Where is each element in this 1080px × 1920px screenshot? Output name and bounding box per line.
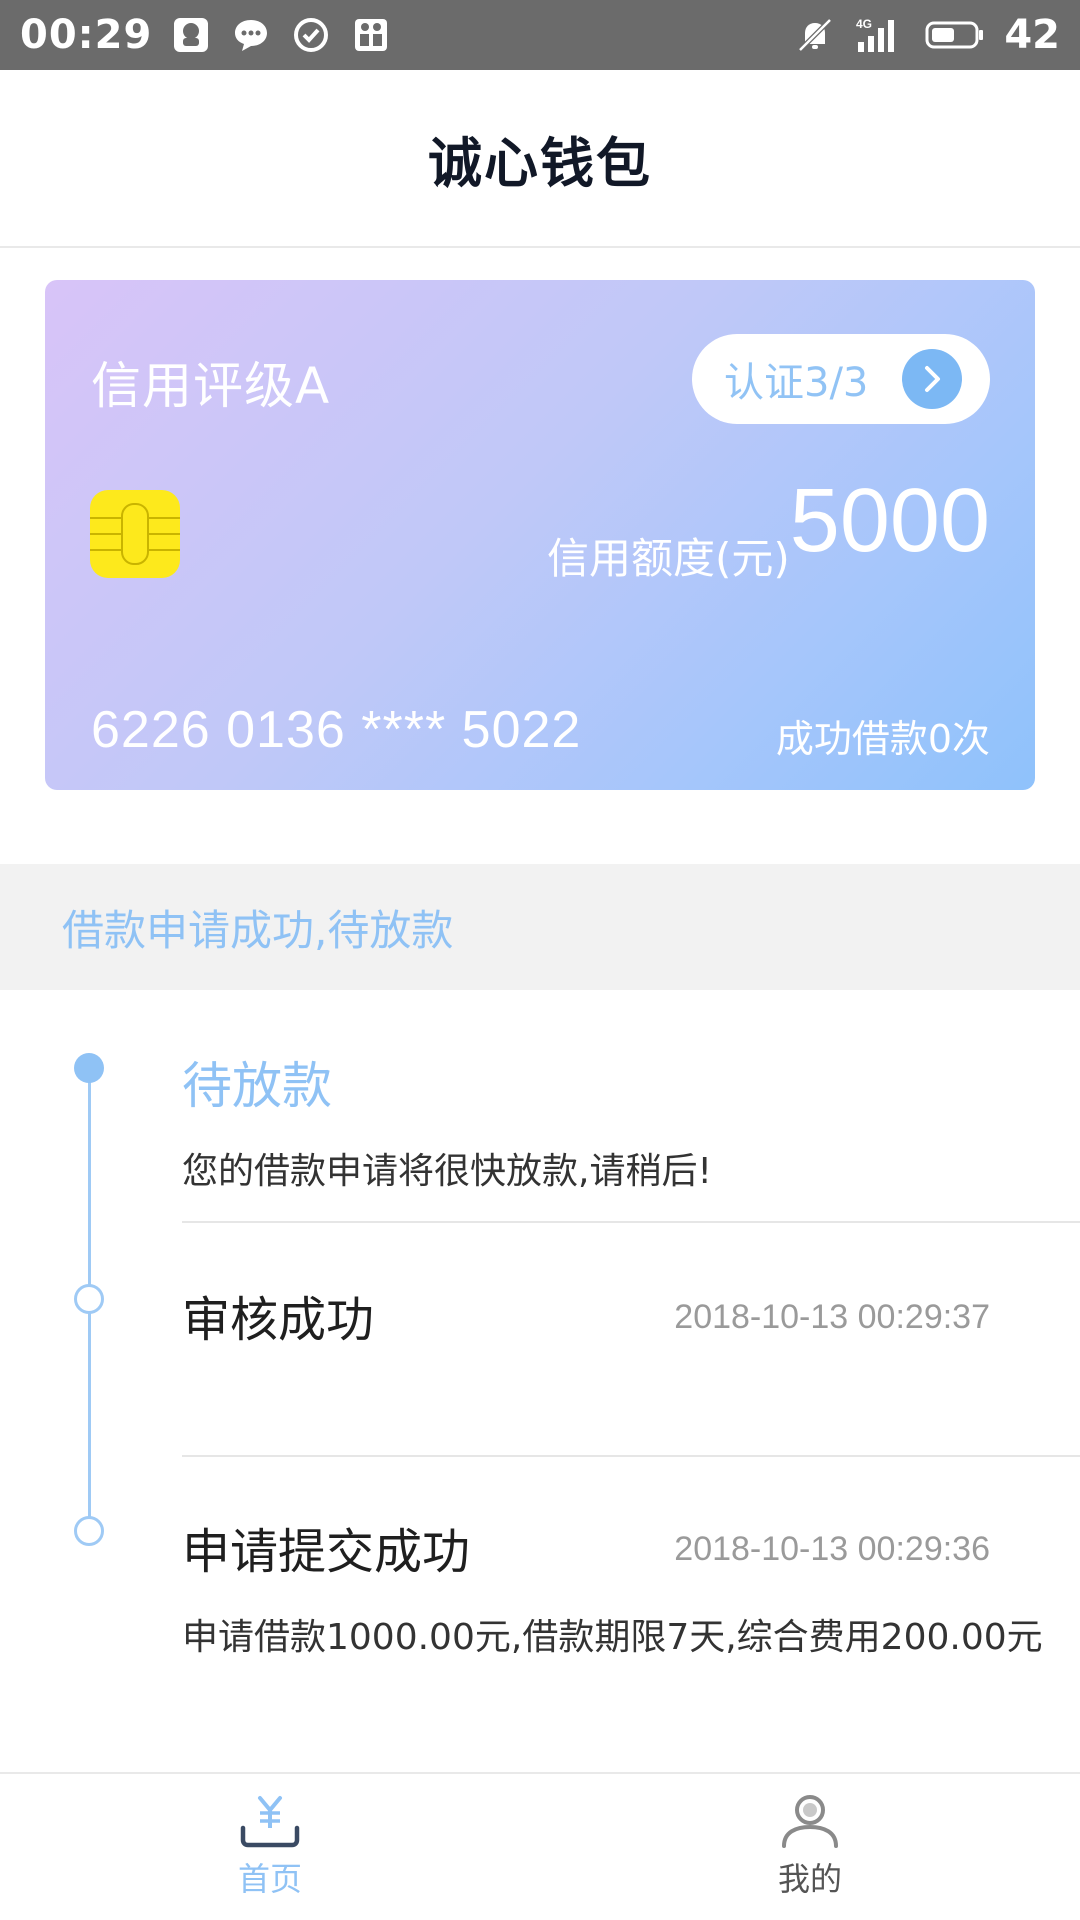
credit-limit-label: 信用额度(元) bbox=[547, 534, 790, 583]
svg-text:4G: 4G bbox=[856, 17, 872, 31]
signal-4g-icon: 4G bbox=[856, 17, 895, 52]
step-title-pending: 待放款 bbox=[182, 1057, 332, 1115]
status-banner-text: 借款申请成功,待放款 bbox=[62, 905, 454, 955]
bottom-nav: 首页 我的 bbox=[0, 1772, 1080, 1920]
certification-button[interactable]: 认证3/3 bbox=[692, 334, 990, 424]
divider bbox=[182, 1221, 1080, 1223]
credit-rating: 信用评级A bbox=[91, 357, 331, 415]
header: 诚心钱包 bbox=[0, 70, 1080, 248]
status-banner: 借款申请成功,待放款 bbox=[0, 864, 1080, 990]
step-description-submitted: 申请借款1000.00元,借款期限7天,综合费用200.00元 bbox=[182, 1617, 1043, 1658]
muted-bell-icon bbox=[798, 18, 833, 52]
message-icon bbox=[235, 20, 268, 51]
nav-home-label: 首页 bbox=[237, 1860, 302, 1898]
step-time-submitted: 2018-10-13 00:29:36 bbox=[674, 1530, 990, 1568]
app-notification-icon bbox=[355, 19, 388, 51]
yuan-tray-icon bbox=[240, 1796, 300, 1848]
battery-icon bbox=[925, 21, 984, 49]
timeline-dot bbox=[74, 1516, 104, 1546]
step-description-pending: 您的借款申请将很快放款,请稍后! bbox=[182, 1151, 712, 1192]
page-title: 诚心钱包 bbox=[428, 131, 652, 195]
card-chip-icon bbox=[90, 490, 180, 578]
nav-mine-label: 我的 bbox=[777, 1860, 842, 1898]
chevron-right-icon bbox=[902, 349, 962, 409]
step-time-approved: 2018-10-13 00:29:37 bbox=[674, 1298, 990, 1336]
card-number: 6226 0136 **** 5022 bbox=[91, 701, 582, 759]
step-title-submitted: 申请提交成功 bbox=[182, 1524, 471, 1580]
status-right: 4G 42 bbox=[794, 12, 1060, 58]
user-icon bbox=[782, 1795, 838, 1848]
divider bbox=[182, 1455, 1080, 1457]
check-circle-icon bbox=[294, 18, 329, 52]
step-title-approved: 审核成功 bbox=[182, 1292, 375, 1348]
timeline-dot-active bbox=[74, 1053, 104, 1083]
status-time: 00:29 bbox=[20, 12, 153, 58]
app-root: 00:29 4G 42 诚心钱包 信用评级A 认证3/3 信用额度(元) 500… bbox=[0, 0, 1080, 1920]
battery-percent: 42 bbox=[1004, 12, 1060, 58]
nav-mine[interactable]: 我的 bbox=[540, 1774, 1080, 1920]
loan-count: 成功借款0次 bbox=[775, 717, 990, 761]
qq-icon bbox=[174, 18, 209, 52]
certification-label: 认证3/3 bbox=[724, 360, 869, 406]
status-bar: 00:29 4G 42 bbox=[0, 0, 1080, 70]
credit-limit-value: 5000 bbox=[789, 471, 990, 571]
credit-card: 信用评级A 认证3/3 信用额度(元) 5000 6226 0136 **** … bbox=[45, 280, 1035, 790]
timeline-dot bbox=[74, 1284, 104, 1314]
status-left: 00:29 bbox=[20, 12, 392, 58]
nav-home[interactable]: 首页 bbox=[0, 1774, 540, 1920]
